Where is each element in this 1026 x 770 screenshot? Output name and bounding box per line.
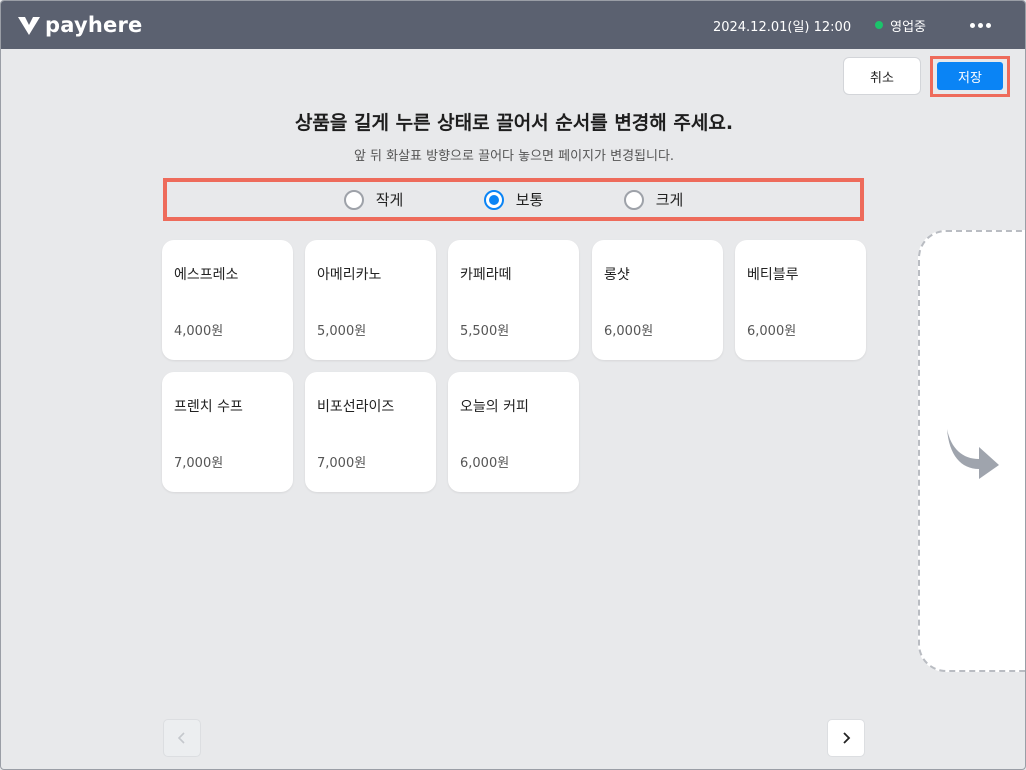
- size-option-small[interactable]: 작게: [304, 189, 444, 210]
- curved-arrow-right-icon: [947, 429, 999, 479]
- product-price: 5,000원: [317, 324, 367, 339]
- save-button[interactable]: 저장: [937, 62, 1003, 90]
- size-option-large[interactable]: 크게: [584, 189, 724, 210]
- product-card[interactable]: 프렌치 수프 7,000원: [162, 372, 293, 492]
- product-card[interactable]: 베티블루 6,000원: [735, 240, 866, 360]
- product-price: 7,000원: [174, 456, 224, 471]
- radio-small[interactable]: [343, 189, 364, 210]
- product-price: 6,000원: [747, 324, 797, 339]
- product-name: 아메리카노: [317, 267, 382, 283]
- radio-large[interactable]: [623, 189, 644, 210]
- product-price: 6,000원: [460, 456, 510, 471]
- product-name: 오늘의 커피: [460, 399, 529, 415]
- brand-name: payhere: [45, 13, 143, 37]
- cancel-button[interactable]: 취소: [843, 57, 921, 95]
- next-page-button[interactable]: [827, 719, 865, 757]
- product-price: 6,000원: [604, 324, 654, 339]
- product-name: 비포선라이즈: [317, 399, 395, 415]
- product-name: 카페라떼: [460, 267, 512, 283]
- size-option-label: 보통: [515, 191, 544, 209]
- product-name: 프렌치 수프: [174, 399, 243, 415]
- store-status-label: 영업중: [890, 19, 926, 35]
- product-card[interactable]: 비포선라이즈 7,000원: [305, 372, 436, 492]
- radio-medium[interactable]: [483, 189, 504, 210]
- instruction-subtitle: 앞 뒤 화살표 방향으로 끌어다 놓으면 페이지가 변경됩니다.: [353, 149, 675, 164]
- payhere-logo-icon: [18, 17, 40, 35]
- product-price: 7,000원: [317, 456, 367, 471]
- product-name: 에스프레소: [174, 267, 239, 283]
- size-option-medium[interactable]: 보통: [444, 189, 584, 210]
- product-card[interactable]: 아메리카노 5,000원: [305, 240, 436, 360]
- chevron-right-icon: [843, 732, 851, 744]
- status-dot-icon: [875, 21, 884, 29]
- product-card[interactable]: 카페라떼 5,500원: [448, 240, 579, 360]
- brand-logo: payhere: [17, 13, 142, 37]
- current-datetime: 2024.12.01(일) 12:00: [712, 19, 852, 35]
- product-card[interactable]: 에스프레소 4,000원: [162, 240, 293, 360]
- more-horizontal-icon[interactable]: [966, 17, 995, 34]
- product-price: 5,500원: [460, 324, 510, 339]
- top-bar: payhere 2024.12.01(일) 12:00 영업중: [1, 1, 1025, 49]
- product-name: 롱샷: [604, 267, 630, 283]
- instruction-title: 상품을 길게 누른 상태로 끌어서 순서를 변경해 주세요.: [294, 112, 734, 134]
- size-option-label: 크게: [655, 191, 684, 209]
- tile-size-selector: 작게 보통 크게: [163, 178, 864, 221]
- product-card[interactable]: 롱샷 6,000원: [592, 240, 723, 360]
- product-price: 4,000원: [174, 324, 224, 339]
- product-name: 베티블루: [747, 267, 799, 283]
- size-option-label: 작게: [375, 191, 404, 209]
- app-frame: payhere 2024.12.01(일) 12:00 영업중 취소 저장 상품…: [0, 0, 1026, 770]
- product-card[interactable]: 오늘의 커피 6,000원: [448, 372, 579, 492]
- store-status: 영업중: [875, 16, 926, 35]
- prev-page-button[interactable]: [163, 719, 201, 757]
- chevron-left-icon: [177, 732, 185, 744]
